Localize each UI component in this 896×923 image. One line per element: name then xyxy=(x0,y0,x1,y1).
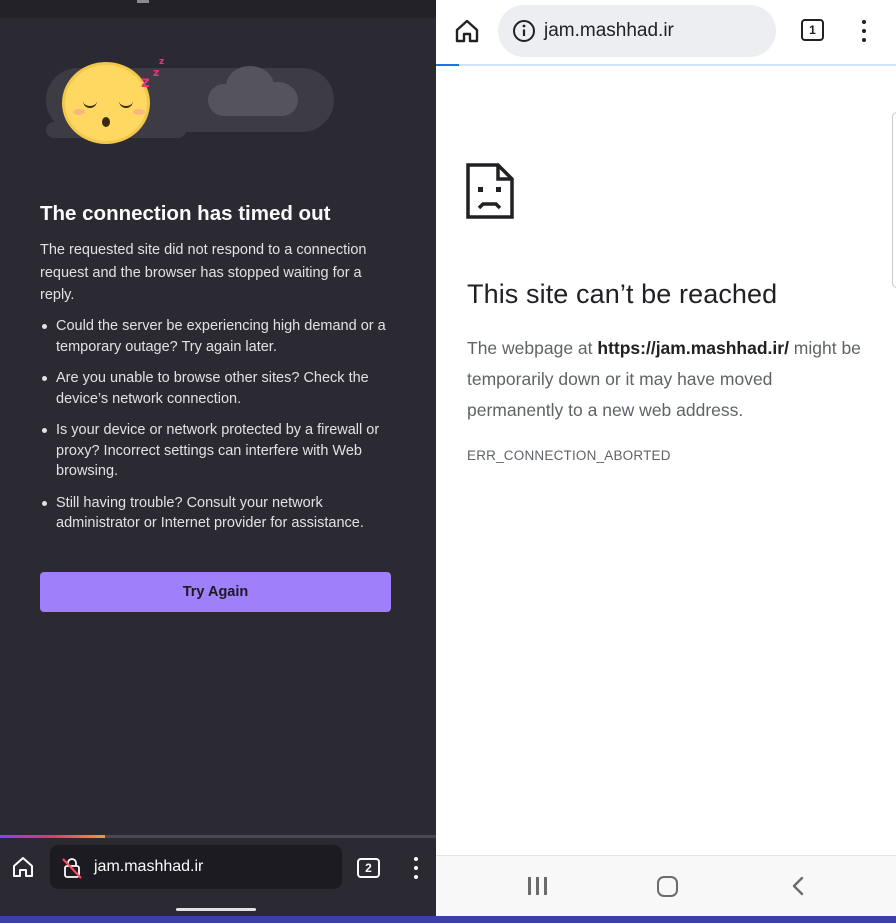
url-text[interactable]: jam.mashhad.ir xyxy=(544,20,674,42)
troubleshooting-list: Could the server be experiencing high de… xyxy=(40,316,390,545)
gesture-bar[interactable] xyxy=(176,908,256,911)
tip-item: Could the server be experiencing high de… xyxy=(40,316,390,357)
error-code: ERR_CONNECTION_ABORTED xyxy=(467,448,671,463)
side-panel-edge[interactable] xyxy=(892,112,896,288)
top-toolbar: jam.mashhad.ir 1 xyxy=(436,0,896,64)
error-title: The connection has timed out xyxy=(40,202,331,225)
back-icon[interactable] xyxy=(788,875,808,897)
error-description: The webpage at https://jam.mashhad.ir/ m… xyxy=(467,333,867,426)
home-icon[interactable] xyxy=(10,854,36,880)
status-indicator xyxy=(137,0,149,3)
sad-page-icon xyxy=(466,163,514,219)
timeout-illustration: zzz xyxy=(40,56,340,156)
menu-icon[interactable] xyxy=(853,17,875,45)
tip-item: Is your device or network protected by a… xyxy=(40,420,390,482)
address-bar[interactable]: jam.mashhad.ir xyxy=(50,845,342,889)
insecure-lock-icon[interactable] xyxy=(60,856,84,880)
left-browser-pane: zzz The connection has timed out The req… xyxy=(0,0,436,916)
error-title: This site can’t be reached xyxy=(467,279,778,309)
left-status-strip xyxy=(0,0,436,18)
sleeping-face-icon: zzz xyxy=(62,58,164,144)
error-intro: The requested site did not respond to a … xyxy=(40,242,367,303)
try-again-button[interactable]: Try Again xyxy=(40,572,391,612)
bottom-toolbar: jam.mashhad.ir 2 xyxy=(0,838,436,916)
home-icon[interactable] xyxy=(453,17,481,45)
address-bar[interactable]: jam.mashhad.ir xyxy=(498,5,776,57)
tabs-icon[interactable]: 2 xyxy=(357,858,380,878)
page-load-progress xyxy=(436,64,896,66)
bottom-edge-strip xyxy=(0,916,896,923)
recents-icon[interactable] xyxy=(528,877,548,895)
right-browser-pane: jam.mashhad.ir 1 This site can’t be reac… xyxy=(436,0,896,916)
desc-text: The webpage at xyxy=(467,338,598,358)
system-nav-bar xyxy=(436,855,896,916)
menu-icon[interactable] xyxy=(405,854,427,882)
url-text[interactable]: jam.mashhad.ir xyxy=(94,858,203,876)
nav-home-icon[interactable] xyxy=(657,876,678,897)
info-icon[interactable] xyxy=(512,19,536,43)
tip-item: Still having trouble? Consult your netwo… xyxy=(40,493,390,534)
tip-item: Are you unable to browse other sites? Ch… xyxy=(40,368,390,409)
tabs-icon[interactable]: 1 xyxy=(801,19,824,41)
desc-url: https://jam.mashhad.ir/ xyxy=(597,338,789,358)
